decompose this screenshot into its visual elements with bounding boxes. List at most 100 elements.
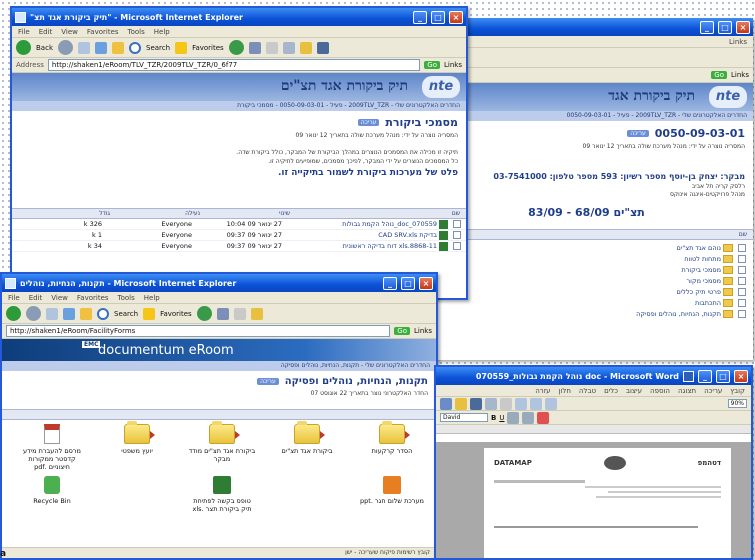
minimize-icon[interactable]: _ (698, 369, 712, 383)
favorites-label[interactable]: Favorites (192, 44, 224, 52)
media-icon[interactable] (196, 306, 212, 321)
folder-row[interactable]: תקנות, הנחיות, נוהלים ופסיקה (420, 308, 753, 319)
menu-links[interactable]: Links (729, 38, 747, 46)
folder-label[interactable]: תקנות, הנחיות, נוהלים ופסיקה (636, 310, 721, 318)
eroom-item[interactable]: Recycle Bin (17, 476, 87, 505)
links-label[interactable]: Links (731, 71, 749, 79)
cut-icon[interactable] (515, 397, 527, 410)
print-icon[interactable] (282, 41, 295, 54)
menu-edit[interactable]: Edit (29, 294, 43, 302)
align-icon[interactable] (507, 411, 520, 424)
open-icon[interactable] (455, 397, 467, 410)
breadcrumb[interactable]: החדרים האלקטרונים שלי - 2009TLV_TZR - פע… (12, 101, 466, 111)
table-row[interactable]: בדיקת CAD SRV.xls 27 ינואר 09 09:37 Everyo… (12, 230, 466, 241)
folder-row[interactable]: נוהם אגד תצ"ים (420, 242, 753, 253)
row-checkbox[interactable] (453, 231, 461, 239)
new-icon[interactable] (440, 397, 452, 410)
word-menu-format[interactable]: עיצוב (626, 387, 642, 395)
favorites-icon[interactable] (143, 307, 156, 320)
links-label[interactable]: Links (414, 327, 432, 335)
col-name[interactable]: שם (290, 210, 460, 217)
home-icon[interactable] (112, 41, 124, 54)
go-button[interactable]: Go (394, 327, 411, 335)
search-icon[interactable] (97, 307, 109, 320)
row-checkbox[interactable] (453, 220, 461, 228)
row-checkbox[interactable] (738, 265, 746, 274)
folder-row[interactable]: פרטי תיק כללים (420, 286, 753, 297)
search-label[interactable]: Search (146, 44, 170, 52)
eroom-item[interactable]: טופס בקשה לפתיחת תיק ביקורת תצר .xls (187, 476, 257, 513)
row-checkbox[interactable] (738, 298, 746, 307)
menu-view[interactable]: View (61, 28, 78, 36)
folder-label[interactable]: מתחות לטווח (684, 255, 721, 263)
menu-file[interactable]: File (18, 28, 30, 36)
history-icon[interactable] (216, 307, 229, 320)
zoom-select[interactable]: 90% (727, 399, 747, 408)
folder-row[interactable]: מסמכי מקור (420, 275, 753, 286)
menu-file[interactable]: File (8, 294, 20, 302)
breadcrumb[interactable]: החדרים האלקטרונים שלי - 2009TLV_TZR - פע… (420, 111, 753, 121)
underline-icon[interactable]: U (499, 414, 504, 422)
menu-help[interactable]: Help (144, 294, 160, 302)
eroom-item[interactable]: יועץ משפטי (102, 421, 172, 455)
word-menu-table[interactable]: טבלה (579, 387, 596, 395)
word-menu-insert[interactable]: הוספה (650, 387, 670, 395)
back-icon[interactable] (16, 40, 31, 55)
edit-button[interactable]: עריכה (627, 130, 649, 137)
row-checkbox[interactable] (738, 276, 746, 285)
eroom-item[interactable]: ביקורת אגד תצ"ים מודד מבקר (187, 421, 257, 463)
messenger-icon[interactable] (316, 41, 329, 54)
stop-icon[interactable] (46, 307, 58, 320)
minimize-icon[interactable]: _ (413, 10, 427, 24)
minimize-icon[interactable]: _ (383, 276, 397, 290)
row-checkbox[interactable] (738, 287, 746, 296)
maximize-icon[interactable]: □ (718, 20, 732, 34)
font-color-icon[interactable] (537, 411, 550, 424)
col-name[interactable]: שם (739, 231, 747, 238)
row-name[interactable]: בדיקת CAD SRV.xls (282, 231, 437, 239)
search-label[interactable]: Search (114, 310, 138, 318)
mail-icon[interactable] (265, 41, 278, 54)
history-icon[interactable] (248, 41, 261, 54)
titlebar-main[interactable]: "תיק ביקורת אגד תצ" - Microsoft Internet… (12, 8, 466, 26)
col-lock[interactable]: נעילה (110, 210, 200, 217)
address-input[interactable]: http://shaken1/eRoom/TLV_TZR/2009TLV_TZR… (47, 59, 421, 71)
close-icon[interactable]: × (449, 10, 463, 24)
close-icon[interactable]: × (736, 20, 750, 34)
close-icon[interactable]: × (419, 276, 433, 290)
favorites-label[interactable]: Favorites (160, 310, 192, 318)
col-size[interactable]: גודל (50, 210, 110, 217)
mail-icon[interactable] (233, 307, 246, 320)
menu-help[interactable]: Help (154, 28, 170, 36)
row-checkbox[interactable] (738, 309, 746, 318)
menu-favorites[interactable]: Favorites (77, 294, 109, 302)
folder-label[interactable]: נוהם אגד תצ"ים (676, 244, 721, 252)
eroom-item[interactable]: ביקורת אגד תצ"ים (272, 421, 342, 455)
folder-icon[interactable] (250, 307, 263, 320)
row-name[interactable]: xls.8868-11 דוח בדיקה ראשונית (282, 242, 437, 250)
col-modified[interactable]: שינוי (200, 210, 290, 217)
home-icon[interactable] (80, 307, 92, 320)
go-button[interactable]: Go (424, 61, 441, 69)
row-checkbox[interactable] (738, 243, 746, 252)
font-select[interactable]: David (440, 413, 488, 422)
folder-label[interactable]: מסמכי ביקורת (681, 266, 721, 274)
menu-favorites[interactable]: Favorites (87, 28, 119, 36)
menu-tools[interactable]: Tools (118, 294, 135, 302)
edit-button[interactable]: עריכה (357, 119, 380, 126)
word-menu-file[interactable]: קובץ (730, 387, 745, 395)
back-icon[interactable] (6, 306, 21, 321)
table-row[interactable]: doc_070559_נוהל הקמת גבולות 27 ינואר 09 1… (12, 219, 466, 230)
folder-row[interactable]: מסמכי ביקורת (420, 264, 753, 275)
media-icon[interactable] (228, 40, 244, 55)
save-icon[interactable] (470, 397, 482, 410)
breadcrumb[interactable]: החדרים האלקטרונים שלי - תקנות, הנחיות, נ… (2, 361, 436, 371)
favorites-icon[interactable] (175, 41, 188, 54)
word-menu-window[interactable]: חלון (559, 387, 571, 395)
bold-icon[interactable]: B (491, 414, 496, 422)
table-row[interactable]: xls.8868-11 דוח בדיקה ראשונית 27 ינואר 09… (12, 241, 466, 252)
menu-edit[interactable]: Edit (39, 28, 53, 36)
titlebar-word[interactable]: 070559_נוהל הקמת גבולות doc - Microsoft … (436, 367, 751, 385)
eroom-item[interactable]: מרסם להעברת מידע קדסטר ממקורות חיצוניים … (17, 424, 87, 471)
stop-icon[interactable] (78, 41, 90, 54)
